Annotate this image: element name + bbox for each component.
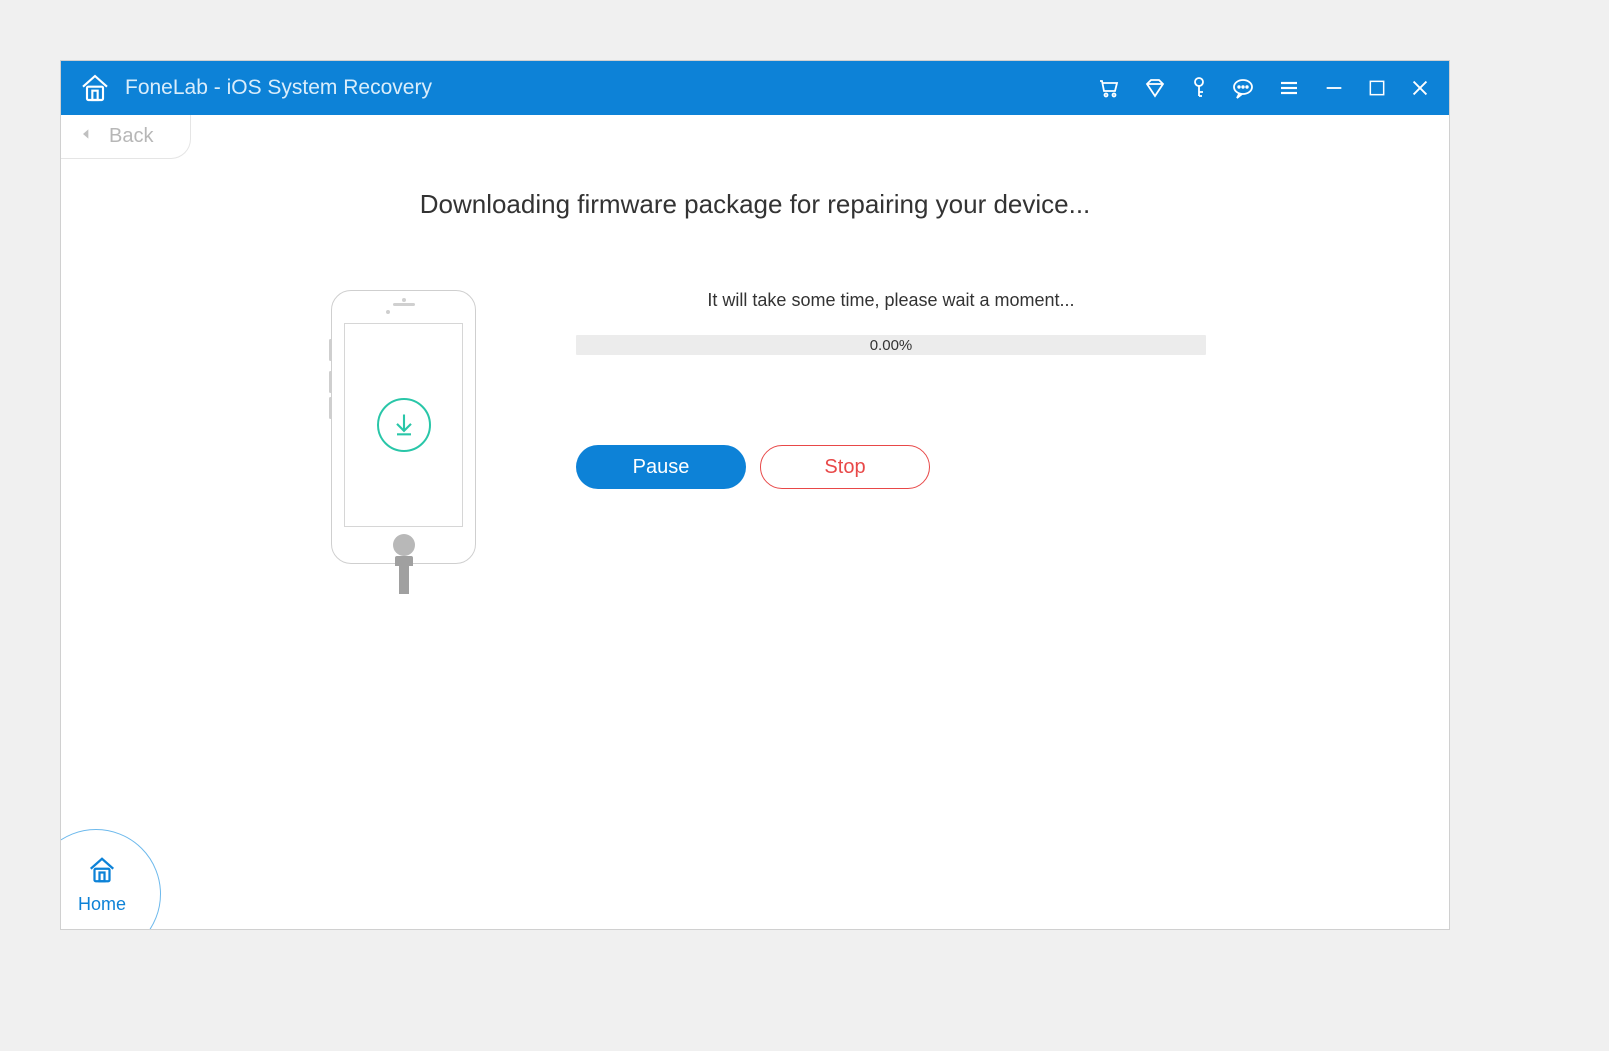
titlebar: FoneLab - iOS System Recovery — [61, 61, 1449, 115]
home-icon — [87, 855, 117, 890]
app-window: FoneLab - iOS System Recovery — [60, 60, 1450, 930]
home-corner-container: Home — [61, 809, 181, 929]
download-icon — [377, 398, 431, 452]
back-arrow-icon — [79, 126, 95, 147]
status-panel: It will take some time, please wait a mo… — [576, 290, 1206, 594]
home-logo-icon[interactable] — [79, 72, 111, 104]
back-label: Back — [109, 125, 153, 148]
titlebar-left: FoneLab - iOS System Recovery — [79, 72, 432, 104]
titlebar-right — [1097, 76, 1431, 100]
pause-button[interactable]: Pause — [576, 445, 746, 489]
close-icon[interactable] — [1409, 77, 1431, 99]
back-button[interactable]: Back — [61, 115, 191, 159]
stop-button[interactable]: Stop — [760, 445, 930, 489]
key-icon[interactable] — [1189, 76, 1209, 100]
minimize-icon[interactable] — [1323, 77, 1345, 99]
progress-value: 0.00% — [870, 337, 913, 354]
content-area: Downloading firmware package for repairi… — [61, 159, 1449, 929]
home-label: Home — [78, 894, 126, 915]
home-button[interactable]: Home — [61, 829, 161, 929]
menu-icon[interactable] — [1277, 76, 1301, 100]
button-row: Pause Stop — [576, 445, 1206, 489]
chat-icon[interactable] — [1231, 76, 1255, 100]
phone-illustration — [331, 290, 476, 594]
main-row: It will take some time, please wait a mo… — [141, 290, 1369, 594]
progress-bar: 0.00% — [576, 335, 1206, 355]
app-title: FoneLab - iOS System Recovery — [125, 76, 432, 100]
cart-icon[interactable] — [1097, 76, 1121, 100]
page-heading: Downloading firmware package for repairi… — [141, 189, 1369, 220]
wait-text: It will take some time, please wait a mo… — [576, 290, 1206, 311]
diamond-icon[interactable] — [1143, 76, 1167, 100]
maximize-icon[interactable] — [1367, 78, 1387, 98]
